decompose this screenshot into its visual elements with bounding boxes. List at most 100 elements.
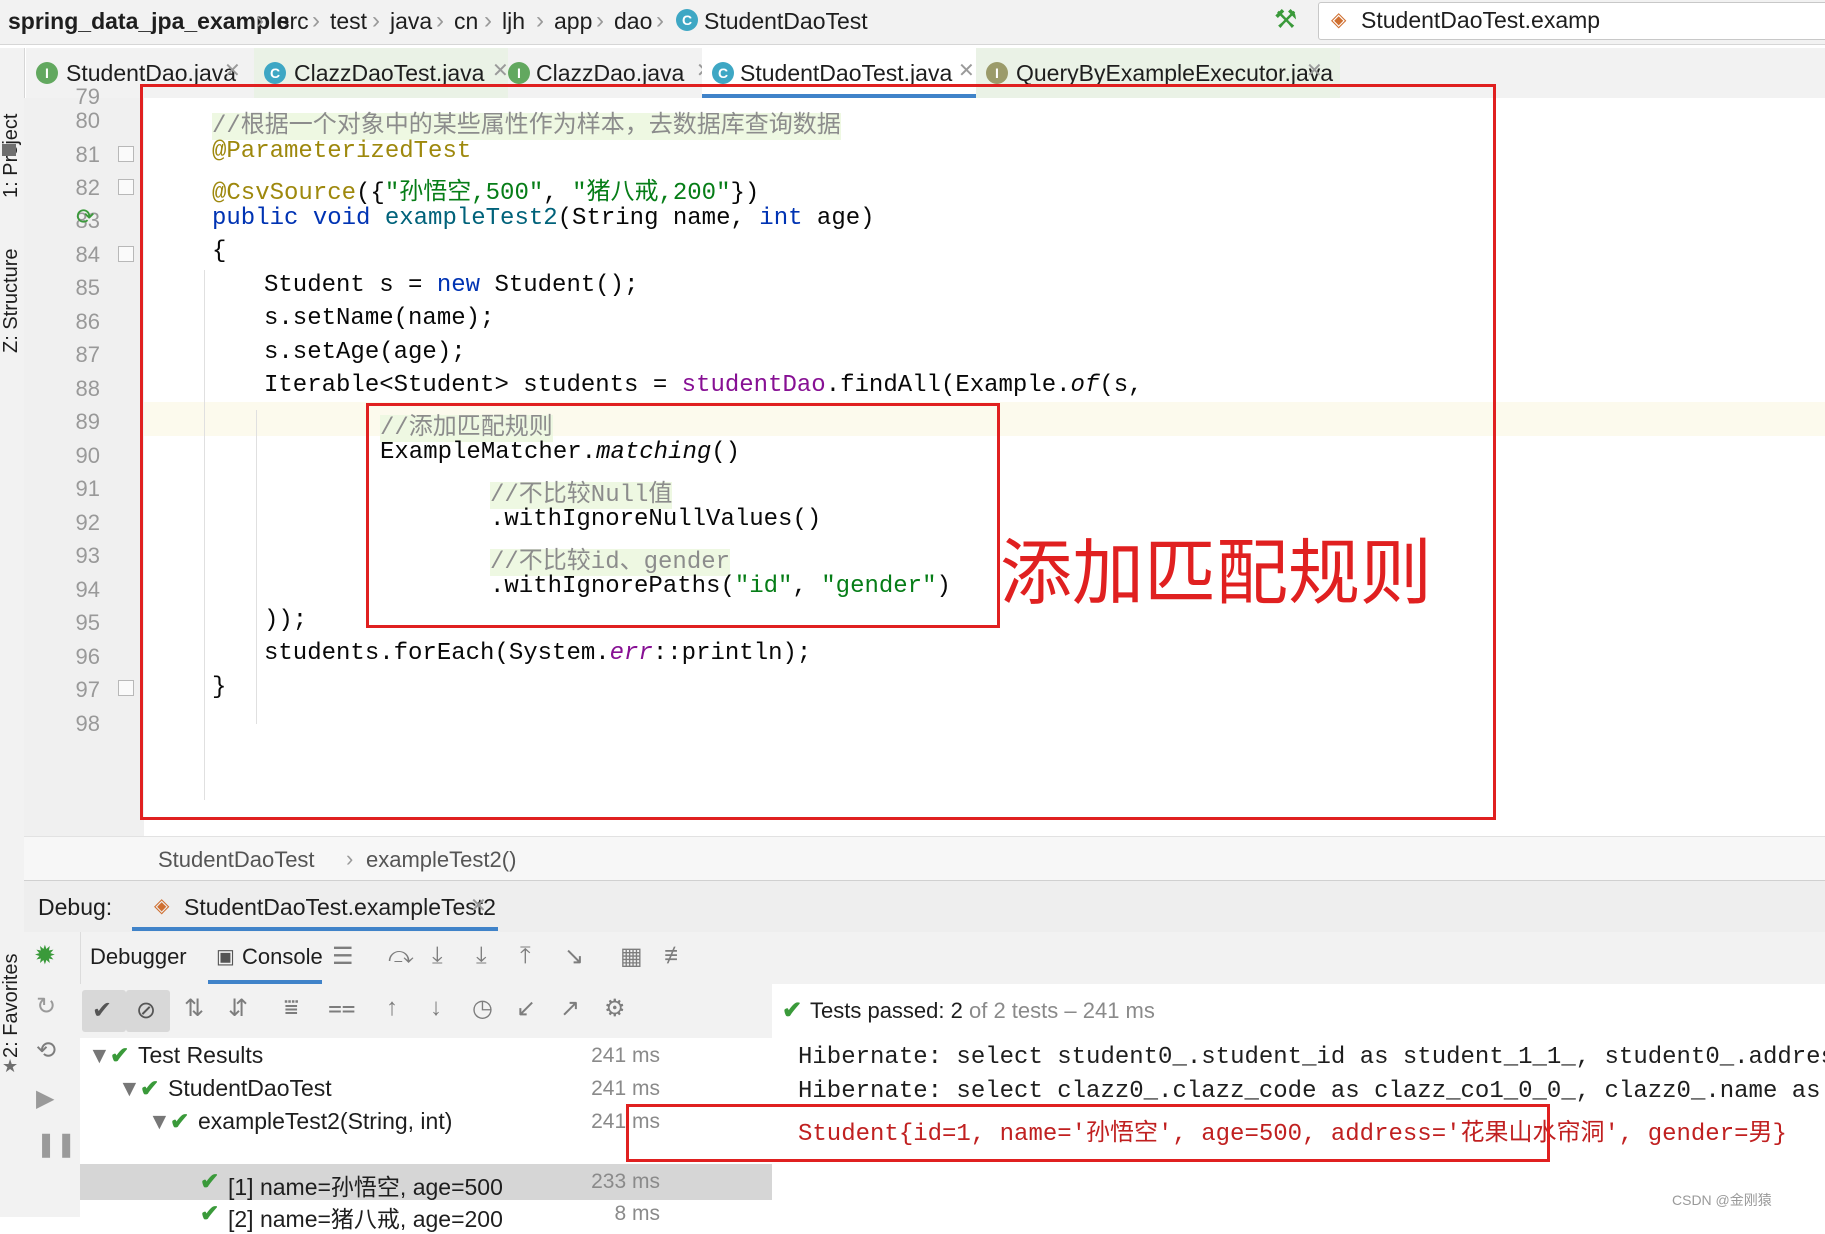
tab-console[interactable]: Console <box>242 944 323 970</box>
sort-duration-icon[interactable]: ⇵ <box>228 994 248 1023</box>
step-into-icon[interactable]: ⤓ <box>432 942 443 970</box>
tree-row[interactable]: ▼ ✔ Test Results 241 ms <box>80 1042 772 1074</box>
fold-icon[interactable] <box>118 246 134 262</box>
test-status-bar: ✔ Tests passed: 2 of 2 tests – 241 ms <box>772 984 1825 1038</box>
force-step-into-icon[interactable]: ⤓ <box>476 942 487 970</box>
build-hammer-icon[interactable]: ⚒ <box>1274 4 1297 35</box>
line-number: 84 <box>75 242 100 267</box>
run-config-icon: ◈ <box>1331 9 1347 31</box>
history-icon[interactable]: ◷ <box>472 994 493 1023</box>
junit-icon: ◈ <box>154 895 170 917</box>
export-icon[interactable]: ↗ <box>560 994 580 1023</box>
console-icon: ▣ <box>216 946 235 968</box>
crumb-java[interactable]: java <box>390 8 432 35</box>
crumb-dao[interactable]: dao <box>614 8 652 35</box>
tab-label: ClazzDao.java <box>536 60 685 86</box>
rerun-icon[interactable]: ↻ <box>36 992 56 1021</box>
highlight-box-matcher <box>366 403 1000 628</box>
editor-breadcrumb: StudentDaoTest › exampleTest2() <box>24 836 1825 881</box>
test-duration: 241 ms <box>591 1077 660 1100</box>
class-icon: C <box>712 62 734 84</box>
console-output[interactable]: Hibernate: select student0_.student_id a… <box>626 1038 1825 1217</box>
crumb-app[interactable]: app <box>554 8 592 35</box>
prev-failed-icon[interactable]: ↑ <box>386 994 398 1022</box>
chevron-right-icon: › <box>372 7 380 34</box>
code-editor[interactable]: //根据一个对象中的某些属性作为样本，去数据库查询数据 @Parameteriz… <box>140 84 1825 836</box>
fold-icon[interactable] <box>118 680 134 696</box>
crumb-project[interactable]: spring_data_jpa_example <box>8 8 289 35</box>
debug-session-tab[interactable]: StudentDaoTest.exampleTest2 <box>184 894 496 921</box>
sort-alpha-icon[interactable]: ⇅ <box>184 994 204 1023</box>
status-suffix: of 2 tests – 241 ms <box>962 998 1155 1023</box>
favorites-tool-tab[interactable]: 2: Favorites <box>0 954 23 1058</box>
pause-icon[interactable]: ❚❚ <box>36 1130 76 1159</box>
crumb-method[interactable]: exampleTest2() <box>366 847 516 873</box>
evaluate-icon[interactable]: ▦ <box>620 942 643 971</box>
close-icon[interactable]: ✕ <box>224 58 241 83</box>
class-icon: C <box>676 9 698 31</box>
no-entry-icon: ⊘ <box>136 997 157 1024</box>
expand-arrow-icon[interactable]: ▼ <box>118 1075 141 1102</box>
check-icon: ✔ <box>140 1075 160 1101</box>
close-icon[interactable]: ✕ <box>1306 58 1323 83</box>
expand-arrow-icon[interactable]: ▼ <box>148 1108 171 1135</box>
structure-tool-tab[interactable]: Z: Structure <box>0 249 23 353</box>
menu-icon[interactable]: ☰ <box>332 942 354 971</box>
tree-row[interactable]: ▼ ✔ StudentDaoTest 241 ms <box>80 1075 772 1107</box>
tree-row[interactable]: ✔ [2] name=猪八戒, age=200 8 ms <box>80 1200 772 1232</box>
crumb-test[interactable]: test <box>330 8 367 35</box>
bug-icon[interactable]: ✹ <box>34 940 56 971</box>
line-number: 90 <box>75 443 100 468</box>
crumb-class[interactable]: StudentDaoTest <box>704 8 868 35</box>
test-duration: 8 ms <box>614 1202 660 1225</box>
run-to-cursor-icon[interactable]: ↘ <box>564 942 584 971</box>
test-duration: 241 ms <box>591 1044 660 1067</box>
chevron-right-icon: › <box>596 7 604 34</box>
settings-gear-icon[interactable]: ⚙ <box>604 994 626 1023</box>
line-number: 87 <box>75 342 100 367</box>
fold-icon[interactable] <box>118 179 134 195</box>
next-failed-icon[interactable]: ↓ <box>430 994 442 1022</box>
chevron-right-icon: › <box>312 7 320 34</box>
import-icon[interactable]: ↙ <box>516 994 536 1023</box>
console-line: Hibernate: select student0_.student_id a… <box>798 1044 1825 1071</box>
interface-icon: I <box>36 62 58 84</box>
check-icon: ✔ <box>170 1108 190 1134</box>
crumb-class[interactable]: StudentDaoTest <box>158 847 315 873</box>
debug-toolbar: Debugger ▣ Console ☰ ⤼ ⤓ ⤓ ⤒ ↘ ▦ ≢ <box>24 932 1825 985</box>
chevron-right-icon: › <box>536 7 544 34</box>
collapse-all-icon[interactable]: ⩵ <box>328 994 356 1022</box>
line-number: 91 <box>75 476 100 501</box>
crumb-cn[interactable]: cn <box>454 8 478 35</box>
close-icon[interactable]: ✕ <box>958 58 975 83</box>
run-test-icon[interactable]: ⟳ <box>76 204 94 230</box>
show-ignored-toggle[interactable]: ⊘ <box>126 990 170 1032</box>
class-icon: C <box>264 62 286 84</box>
expand-arrow-icon[interactable]: ▼ <box>88 1042 111 1069</box>
chevron-right-icon: › <box>256 7 264 34</box>
active-tab-indicator <box>132 927 498 931</box>
line-number: 94 <box>75 577 100 602</box>
tab-debugger[interactable]: Debugger <box>90 944 187 970</box>
crumb-src[interactable]: src <box>278 8 309 35</box>
line-number: 93 <box>75 543 100 568</box>
refresh-icon[interactable]: ⟲ <box>36 1036 56 1065</box>
run-config-selector[interactable]: ◈ StudentDaoTest.examp <box>1318 2 1825 40</box>
chevron-right-icon: › <box>436 7 444 34</box>
close-icon[interactable]: ✕ <box>492 58 509 83</box>
expand-all-icon[interactable]: ⩸ <box>284 994 299 1022</box>
crumb-ljh[interactable]: ljh <box>502 8 525 35</box>
trace-icon[interactable]: ≢ <box>664 942 688 970</box>
test-duration: 233 ms <box>591 1170 660 1193</box>
step-over-icon[interactable]: ⤼ <box>388 942 414 970</box>
fold-icon[interactable] <box>118 146 134 162</box>
close-icon[interactable]: ✕ <box>470 893 487 918</box>
resume-icon[interactable]: ▶ <box>36 1084 54 1113</box>
folder-icon <box>2 144 16 156</box>
line-number: 89 <box>75 409 100 434</box>
highlight-box-output <box>626 1104 1550 1162</box>
tree-row[interactable]: ✔ [1] name=孙悟空, age=500 233 ms <box>80 1168 772 1200</box>
check-icon: ✔ <box>110 1042 130 1068</box>
step-out-icon[interactable]: ⤒ <box>520 942 531 970</box>
show-passed-toggle[interactable]: ✔ <box>82 990 126 1032</box>
